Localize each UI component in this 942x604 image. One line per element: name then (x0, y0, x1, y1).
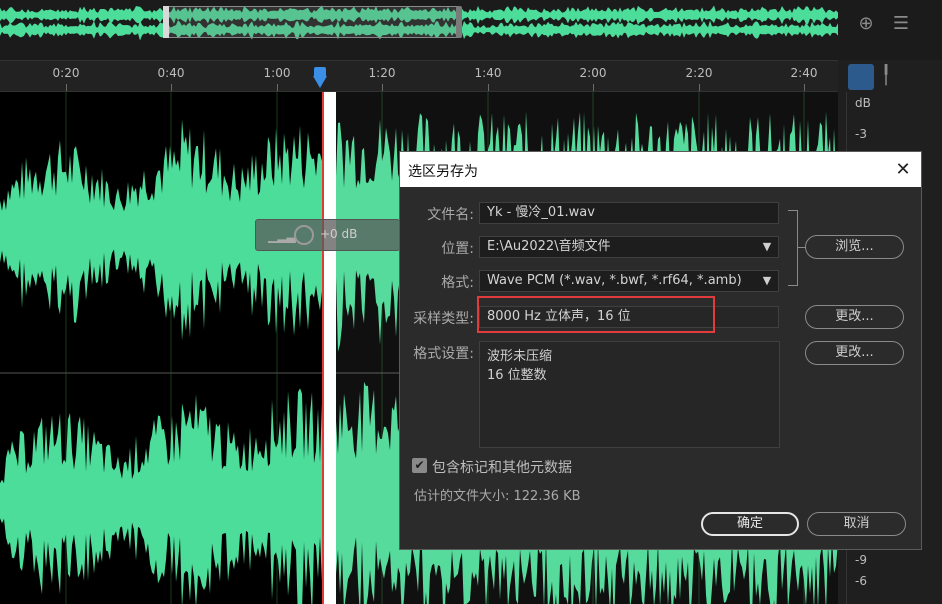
ruler-tick (277, 84, 278, 91)
format-value: Wave PCM (*.wav, *.bwf, *.rf64, *.amb) (487, 273, 742, 288)
pin-icon[interactable]: ╿ (878, 64, 894, 88)
overview-handle-right[interactable] (456, 6, 462, 38)
location-select[interactable]: E:\Au2022\音频文件 ▼ (479, 236, 779, 258)
estimated-file-size: 估计的文件大小: 122.36 KB (414, 489, 581, 504)
db-label: -9 (855, 553, 867, 567)
tick-label: 2:40 (790, 66, 818, 80)
cancel-button[interactable]: 取消 (807, 512, 906, 536)
zoom-to-selection-icon[interactable]: ⊕ (854, 12, 878, 36)
filename-label: 文件名: (427, 207, 474, 223)
chevron-down-icon[interactable]: ▼ (756, 271, 778, 291)
format-label: 格式: (441, 275, 474, 291)
format-settings-line: 16 位整数 (487, 368, 547, 383)
tick-label: 1:20 (368, 66, 396, 80)
ruler-tick (699, 84, 700, 91)
tick-label: 1:40 (474, 66, 502, 80)
overview-handle-left[interactable] (163, 6, 169, 38)
tick-label: 0:20 (52, 66, 80, 80)
ok-button[interactable]: 确定 (701, 512, 799, 536)
filename-input[interactable]: Yk - 慢冷_01.wav (479, 202, 779, 224)
include-markers-checkbox[interactable]: ✔ (412, 458, 427, 473)
db-label: -3 (855, 127, 867, 141)
bracket-divider (788, 210, 798, 286)
format-settings-box: 波形未压缩 16 位整数 (479, 341, 780, 448)
format-settings-label: 格式设置: (413, 346, 474, 362)
close-icon[interactable]: ✕ (893, 160, 913, 180)
include-markers-label: 包含标记和其他元数据 (432, 460, 572, 476)
ruler-tick (171, 84, 172, 91)
playhead-line[interactable] (322, 92, 324, 604)
timeline-ruler[interactable]: 0:20 0:40 1:00 1:20 1:40 2:00 2:20 2:40 (0, 60, 846, 92)
sample-type-label: 采样类型: (413, 311, 474, 327)
ruler-tick (488, 84, 489, 91)
tick-label: 1:00 (263, 66, 291, 80)
change-format-settings-button[interactable]: 更改... (805, 341, 904, 365)
hud-volume-control[interactable]: ▁▂▃ +0 dB (255, 219, 400, 251)
tick-label: 2:20 (685, 66, 713, 80)
list-view-icon[interactable]: ☰ (889, 12, 913, 36)
dialog-titlebar[interactable]: 选区另存为 ✕ (400, 152, 921, 187)
overview-viewport[interactable] (166, 6, 460, 38)
ruler-tick (66, 84, 67, 91)
ruler-tick (382, 84, 383, 91)
headphone-icon[interactable] (848, 64, 874, 90)
hud-gain-value: +0 dB (320, 227, 358, 241)
volume-knob-icon[interactable] (294, 225, 314, 245)
browse-button[interactable]: 浏览... (805, 235, 904, 259)
overview-waveform[interactable] (0, 0, 838, 46)
tick-label: 2:00 (579, 66, 607, 80)
save-selection-as-dialog: 选区另存为 ✕ 文件名: Yk - 慢冷_01.wav 位置: E:\Au202… (399, 151, 922, 550)
dialog-title: 选区另存为 (408, 164, 478, 180)
tick-label: 0:40 (157, 66, 185, 80)
format-settings-line: 波形未压缩 (487, 349, 553, 364)
location-value: E:\Au2022\音频文件 (487, 239, 611, 254)
ruler-tick (593, 84, 594, 91)
highlight-annotation (477, 296, 715, 333)
selection-edge[interactable] (324, 92, 336, 604)
change-sample-type-button[interactable]: 更改... (805, 305, 904, 329)
location-label: 位置: (441, 241, 474, 257)
format-select[interactable]: Wave PCM (*.wav, *.bwf, *.rf64, *.amb) ▼ (479, 270, 779, 292)
chevron-down-icon[interactable]: ▼ (756, 237, 778, 257)
playhead-marker-icon[interactable] (313, 76, 327, 88)
db-unit: dB (855, 96, 871, 110)
db-label: -6 (855, 574, 867, 588)
ruler-tick (804, 84, 805, 91)
hud-meter-icon: ▁▂▃ (268, 229, 296, 243)
